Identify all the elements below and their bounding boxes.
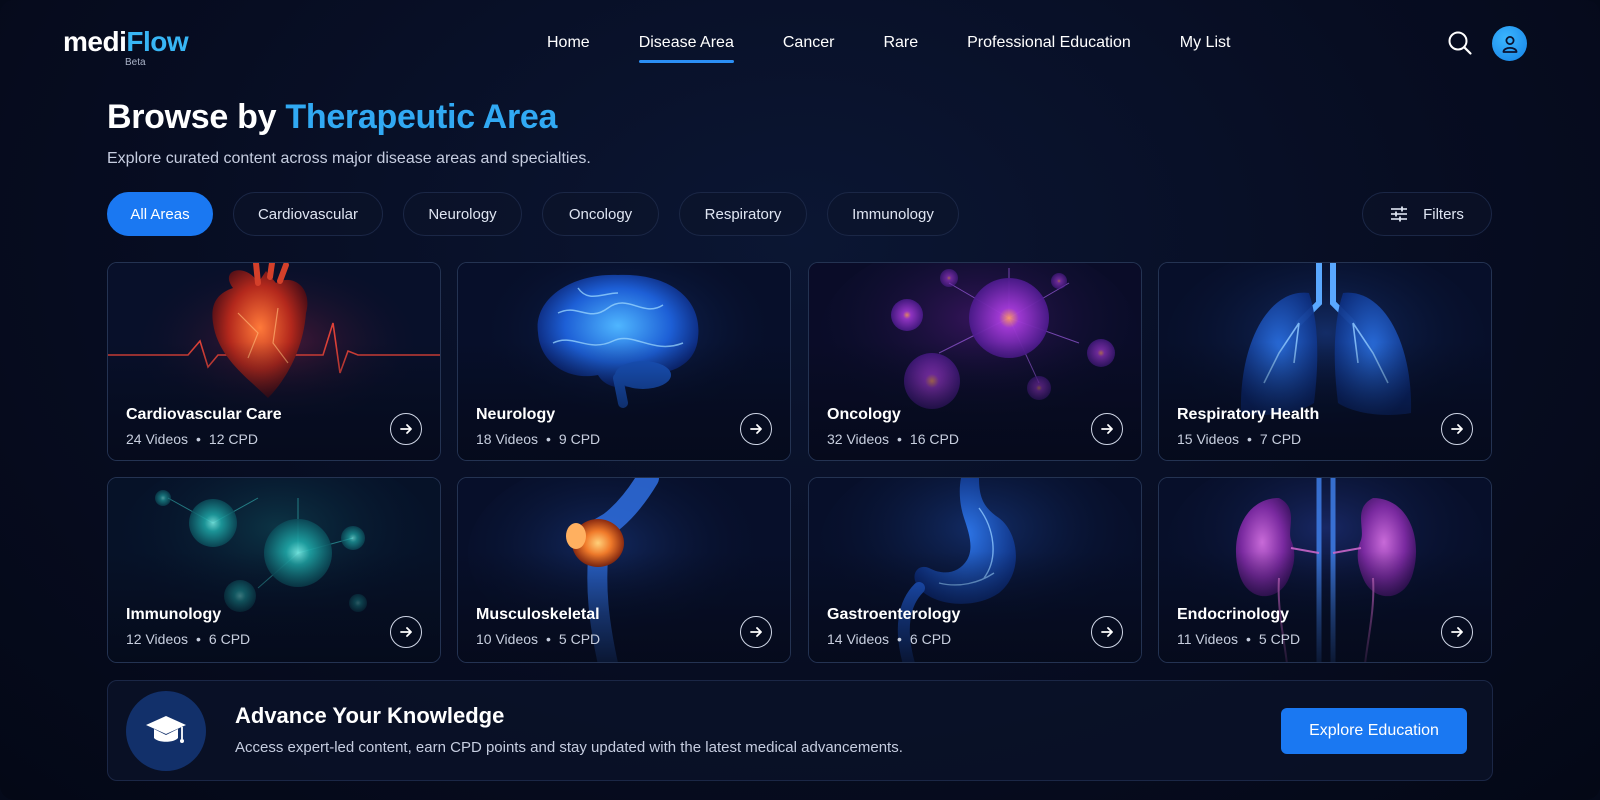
chip-respiratory[interactable]: Respiratory (679, 192, 807, 236)
area-card-neurology[interactable]: Neurology 18 Videos • 9 CPD (457, 262, 791, 461)
arrow-right-icon (400, 424, 412, 434)
area-card-meta: 24 Videos • 12 CPD (126, 431, 258, 447)
open-area-button[interactable] (740, 413, 772, 445)
area-card-meta: 11 Videos • 5 CPD (1177, 631, 1301, 647)
area-filter-chips: All Areas Cardiovascular Neurology Oncol… (107, 192, 979, 236)
beta-badge: Beta (125, 57, 146, 68)
nav-disease-area[interactable]: Disease Area (638, 34, 735, 63)
page-subtitle: Explore curated content across major dis… (107, 150, 591, 167)
nav-professional-education[interactable]: Professional Education (967, 34, 1131, 63)
cpd-count: 6 CPD (909, 631, 952, 647)
open-area-button[interactable] (1091, 413, 1123, 445)
video-count: 10 Videos (476, 631, 539, 647)
search-button[interactable] (1446, 29, 1474, 57)
area-card-title: Musculoskeletal (476, 606, 600, 623)
area-card-meta: 14 Videos • 6 CPD (827, 631, 952, 647)
video-count: 15 Videos (1177, 431, 1240, 447)
arrow-right-icon (400, 627, 412, 637)
area-card-meta: 18 Videos • 9 CPD (476, 431, 601, 447)
area-card-immunology[interactable]: Immunology 12 Videos • 6 CPD (107, 477, 441, 663)
chip-immunology[interactable]: Immunology (827, 192, 959, 236)
area-card-meta: 32 Videos • 16 CPD (827, 431, 959, 447)
cpd-count: 5 CPD (1258, 631, 1301, 647)
page-title-accent: Therapeutic Area (285, 98, 558, 136)
cpd-count: 5 CPD (558, 631, 601, 647)
video-count: 12 Videos (126, 631, 189, 647)
page-title-prefix: Browse by (107, 98, 286, 136)
video-count: 24 Videos (126, 431, 189, 447)
video-count: 18 Videos (476, 431, 539, 447)
graduation-cap-icon (146, 716, 186, 743)
chip-cardiovascular[interactable]: Cardiovascular (233, 192, 383, 236)
area-card-meta: 15 Videos • 7 CPD (1177, 431, 1302, 447)
open-area-button[interactable] (1441, 413, 1473, 445)
cpd-count: 9 CPD (558, 431, 601, 447)
cpd-count: 6 CPD (208, 631, 251, 647)
area-card-oncology[interactable]: Oncology 32 Videos • 16 CPD (808, 262, 1142, 461)
arrow-right-icon (1451, 627, 1463, 637)
explore-education-button[interactable]: Explore Education (1281, 708, 1467, 754)
filters-button[interactable]: Filters (1362, 192, 1492, 236)
area-card-title: Oncology (827, 406, 901, 423)
area-card-title: Respiratory Health (1177, 406, 1320, 423)
video-count: 11 Videos (1177, 631, 1238, 647)
open-area-button[interactable] (390, 413, 422, 445)
area-card-meta: 12 Videos • 6 CPD (126, 631, 251, 647)
nav-home[interactable]: Home (547, 34, 590, 63)
area-card-title: Immunology (126, 606, 222, 623)
area-card-title: Neurology (476, 406, 556, 423)
chip-neurology[interactable]: Neurology (403, 192, 522, 236)
open-area-button[interactable] (1441, 616, 1473, 648)
video-count: 14 Videos (827, 631, 890, 647)
area-card-respiratory[interactable]: Respiratory Health 15 Videos • 7 CPD (1158, 262, 1492, 461)
arrow-right-icon (1101, 424, 1113, 434)
filters-label: Filters (1423, 205, 1464, 223)
logo-text-accent: Flow (126, 26, 189, 57)
video-count: 32 Videos (827, 431, 890, 447)
area-card-endocrinology[interactable]: Endocrinology 11 Videos • 5 CPD (1158, 477, 1492, 663)
chip-oncology[interactable]: Oncology (542, 192, 659, 236)
user-avatar-button[interactable] (1492, 26, 1527, 61)
banner-title: Advance Your Knowledge (235, 703, 505, 728)
logo-wordmark: mediFlow (63, 26, 189, 58)
cpd-count: 16 CPD (909, 431, 959, 447)
cpd-count: 12 CPD (208, 431, 258, 447)
banner-description: Access expert-led content, earn CPD poin… (235, 739, 903, 756)
nav-cancer[interactable]: Cancer (783, 34, 835, 63)
education-banner: Advance Your Knowledge Access expert-led… (107, 680, 1493, 781)
sliders-icon (1391, 206, 1408, 222)
area-card-title: Endocrinology (1177, 606, 1289, 623)
area-card-musculoskeletal[interactable]: Musculoskeletal 10 Videos • 5 CPD (457, 477, 791, 663)
open-area-button[interactable] (740, 616, 772, 648)
open-area-button[interactable] (390, 616, 422, 648)
area-card-title: Cardiovascular Care (126, 406, 282, 423)
user-icon (1502, 35, 1517, 53)
open-area-button[interactable] (1091, 616, 1123, 648)
page-title: Browse by Therapeutic Area (107, 98, 557, 137)
area-card-cardiovascular[interactable]: Cardiovascular Care 24 Videos • 12 CPD (107, 262, 441, 461)
arrow-right-icon (1451, 424, 1463, 434)
cpd-count: 7 CPD (1259, 431, 1302, 447)
main-nav: Home Disease Area Cancer Rare Profession… (547, 34, 1279, 63)
area-card-meta: 10 Videos • 5 CPD (476, 631, 601, 647)
logo[interactable]: mediFlow Beta (63, 26, 189, 68)
area-card-title: Gastroenterology (827, 606, 961, 623)
app-window: mediFlow Beta Home Disease Area Cancer R… (0, 0, 1600, 800)
nav-my-list[interactable]: My List (1180, 34, 1231, 63)
chip-all-areas[interactable]: All Areas (107, 192, 213, 236)
graduation-cap-badge (126, 691, 206, 771)
search-icon (1448, 31, 1472, 55)
arrow-right-icon (750, 627, 762, 637)
arrow-right-icon (1101, 627, 1113, 637)
area-card-gastroenterology[interactable]: Gastroenterology 14 Videos • 6 CPD (808, 477, 1142, 663)
arrow-right-icon (750, 424, 762, 434)
logo-text-main: medi (63, 26, 127, 57)
nav-rare[interactable]: Rare (883, 34, 918, 63)
